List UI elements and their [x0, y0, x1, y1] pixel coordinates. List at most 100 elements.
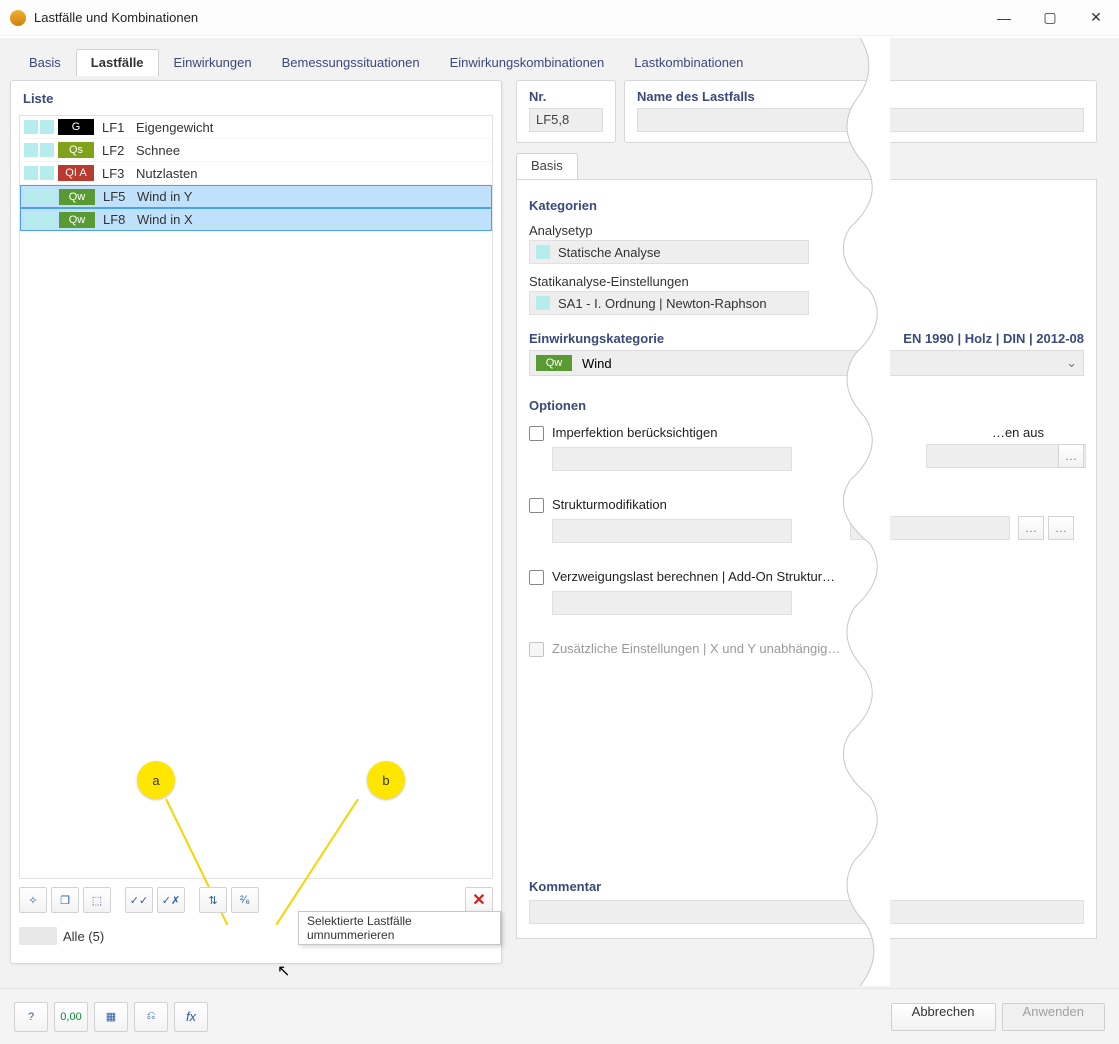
- annotation-a: a: [137, 761, 175, 799]
- list-row-LF8[interactable]: Qw LF8Wind in X: [20, 208, 492, 231]
- copy-button[interactable]: ❐: [51, 887, 79, 913]
- analysetyp-field[interactable]: Statische Analyse: [529, 240, 809, 264]
- help-button[interactable]: ?: [14, 1002, 48, 1032]
- row-chip-icon: [25, 190, 39, 204]
- cancel-button[interactable]: Abbrechen: [891, 1003, 996, 1031]
- paste-button[interactable]: ⬚: [83, 887, 111, 913]
- new-button[interactable]: ✧: [19, 887, 47, 913]
- row-id: LF1: [102, 120, 136, 135]
- opt2-browse2-button[interactable]: …: [1048, 516, 1074, 540]
- row-chip-icon: [40, 166, 54, 180]
- chevron-down-icon: ⌄: [1066, 355, 1077, 371]
- row-chip-icon: [40, 143, 54, 157]
- nr-field[interactable]: LF5,8: [529, 108, 603, 132]
- name-label: Name des Lastfalls: [637, 89, 1084, 104]
- row-tag: Qw: [59, 189, 95, 205]
- annotation-b: b: [367, 761, 405, 799]
- statik-label: Statikanalyse-Einstellungen: [529, 274, 1084, 289]
- close-button[interactable]: ✕: [1073, 3, 1119, 33]
- opt1-label: Imperfektion berücksichtigen: [552, 425, 717, 440]
- subtab-basis[interactable]: Basis: [516, 153, 578, 179]
- row-name: Eigengewicht: [136, 120, 492, 135]
- row-chip-icon: [24, 166, 38, 180]
- minimize-button[interactable]: —: [981, 3, 1027, 33]
- list-row-LF1[interactable]: G LF1Eigengewicht: [20, 116, 492, 139]
- details-body: Kategorien Analysetyp Statische Analyse …: [516, 179, 1097, 939]
- list-title: Liste: [11, 81, 501, 110]
- row-name: Schnee: [136, 143, 492, 158]
- comment-label: Kommentar: [529, 879, 601, 894]
- nr-label: Nr.: [529, 89, 603, 104]
- app-icon: [10, 10, 26, 26]
- tab-lastfaelle[interactable]: Lastfälle: [76, 49, 159, 76]
- row-name: Wind in X: [137, 212, 491, 227]
- tab-einwirkungskombinationen[interactable]: Einwirkungskombinationen: [435, 49, 620, 76]
- opt4-checkbox: [529, 642, 544, 657]
- row-chip-icon: [41, 213, 55, 227]
- name-field[interactable]: [637, 108, 1084, 132]
- list-row-LF2[interactable]: Qs LF2Schnee: [20, 139, 492, 162]
- opt1-checkbox[interactable]: [529, 426, 544, 441]
- row-chip-icon: [24, 143, 38, 157]
- analysetyp-label: Analysetyp: [529, 223, 1084, 238]
- apply-button[interactable]: Anwenden: [1002, 1003, 1105, 1031]
- row-id: LF3: [102, 166, 136, 181]
- opt2-field[interactable]: [552, 519, 792, 543]
- opt2-browse1-button[interactable]: …: [1018, 516, 1044, 540]
- tab-basis[interactable]: Basis: [14, 49, 76, 76]
- opt2-right-field[interactable]: [850, 516, 1010, 540]
- opt1-browse-button[interactable]: …: [1058, 444, 1084, 468]
- delete-button[interactable]: ✕: [465, 887, 493, 913]
- row-tag: Qw: [59, 212, 95, 228]
- opt3-field[interactable]: [552, 591, 792, 615]
- opt2-checkbox[interactable]: [529, 498, 544, 513]
- check-all-button[interactable]: ✓✓: [125, 887, 153, 913]
- row-tag: QI A: [58, 165, 94, 181]
- maximize-button[interactable]: ▢: [1027, 3, 1073, 33]
- colors-button[interactable]: ▦: [94, 1002, 128, 1032]
- title-bar: Lastfälle und Kombinationen — ▢ ✕: [0, 0, 1119, 36]
- details-panel: Nr. LF5,8 Name des Lastfalls Basis Kateg…: [516, 80, 1097, 964]
- loadcase-list[interactable]: G LF1Eigengewicht Qs LF2Schnee QI A LF3Nutzla…: [19, 115, 493, 879]
- einwkat-value: Wind: [582, 356, 612, 371]
- section-optionen: Optionen: [529, 398, 1084, 413]
- opt1-field[interactable]: [552, 447, 792, 471]
- einwkat-label: Einwirkungskategorie: [529, 331, 664, 346]
- row-tag: Qs: [58, 142, 94, 158]
- section-kategorien: Kategorien: [529, 198, 1084, 213]
- standard-label: EN 1990 | Holz | DIN | 2012-08: [903, 331, 1084, 346]
- einwkat-tag: Qw: [536, 355, 572, 371]
- opt2-label: Strukturmodifikation: [552, 497, 667, 512]
- units-button[interactable]: 0,00: [54, 1002, 88, 1032]
- row-chip-icon: [40, 120, 54, 134]
- row-name: Nutzlasten: [136, 166, 492, 181]
- opt4-label: Zusätzliche Einstellungen | X und Y unab…: [552, 641, 840, 656]
- statik-field[interactable]: SA1 - I. Ordnung | Newton-Raphson: [529, 291, 809, 315]
- opt3-checkbox[interactable]: [529, 570, 544, 585]
- tab-bemessungssituationen[interactable]: Bemessungssituationen: [267, 49, 435, 76]
- row-chip-icon: [25, 213, 39, 227]
- list-row-LF5[interactable]: QwLF5Wind in Y: [20, 185, 492, 208]
- filter-label[interactable]: Alle (5): [63, 929, 104, 944]
- renumber-all-button[interactable]: ⇅: [199, 887, 227, 913]
- tooltip: Selektierte Lastfälle umnummerieren: [298, 911, 501, 945]
- window-title: Lastfälle und Kombinationen: [34, 10, 981, 25]
- mouse-cursor-icon: ↖: [277, 961, 290, 981]
- fx-button[interactable]: fx: [174, 1002, 208, 1032]
- row-tag: G: [58, 119, 94, 135]
- uncheck-all-button[interactable]: ✓✗: [157, 887, 185, 913]
- opt3-label: Verzweigungslast berechnen | Add-On Stru…: [552, 569, 835, 584]
- renumber-selected-button[interactable]: ²⁄₆: [231, 887, 259, 913]
- main-tabstrip: Basis Lastfälle Einwirkungen Bemessungss…: [14, 46, 1111, 76]
- tree-button[interactable]: ⎌: [134, 1002, 168, 1032]
- tab-lastkombinationen[interactable]: Lastkombinationen: [619, 49, 758, 76]
- row-chip-icon: [24, 120, 38, 134]
- row-id: LF8: [103, 212, 137, 227]
- einwkat-select[interactable]: Qw Wind ⌄: [529, 350, 1084, 376]
- tab-einwirkungen[interactable]: Einwirkungen: [159, 49, 267, 76]
- list-panel: Liste G LF1Eigengewicht Qs LF2Schnee QI A LF3…: [10, 80, 502, 964]
- list-row-LF3[interactable]: QI A LF3Nutzlasten: [20, 162, 492, 185]
- comment-field[interactable]: [529, 900, 1084, 924]
- row-id: LF2: [102, 143, 136, 158]
- dialog-bottom-bar: ? 0,00 ▦ ⎌ fx Abbrechen Anwenden: [0, 988, 1119, 1044]
